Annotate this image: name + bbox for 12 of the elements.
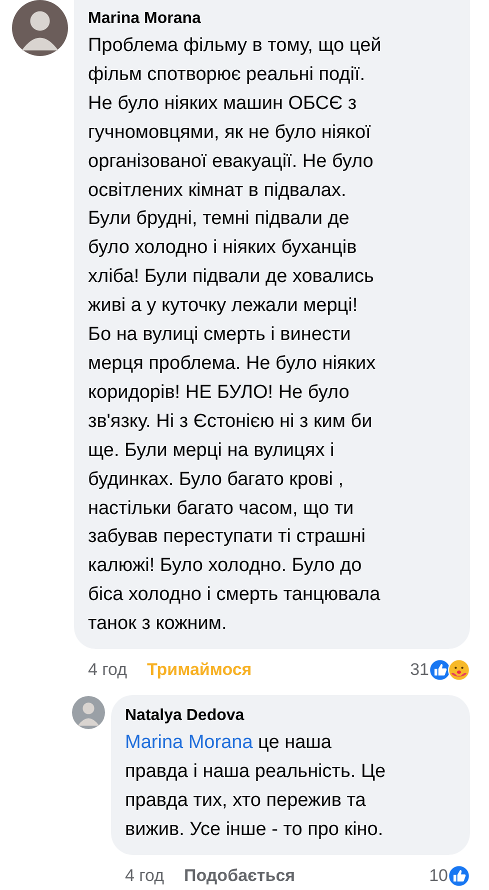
mention-link[interactable]: Marina Morana	[125, 732, 253, 754]
comment-text: Проблема фільму в тому, що цей фільм спотворює реальні події. Не було ніяких машин ОБСЄ з гучномовцями, як не було ніякої організованої евакуації. Не було освітлених кімнат в підвалах. Були брудні, темні підвали де було холодно і ніяких буханців хліба! Були підвали де ховались живі а у куточку лежали мерці! Бо на вулиці смерть і винести мерця проблема. Не було ніяких коридорів! НЕ БУЛО! Не було зв'язку. Ні з Єстонією ні з ким би ще. Були мерці на вулицях і будинках. Було багато крові , настільки багато часом, що ти забував переступати ті страшні калюжі! Було холодно. Було до біса холодно і смерть танцювала танок з кожним.	[88, 34, 382, 636]
timestamp: 4 год	[125, 866, 164, 886]
reaction-count: 31	[410, 660, 429, 680]
avatar[interactable]	[12, 0, 68, 56]
author-name[interactable]: Natalya Dedova	[125, 703, 456, 730]
avatar[interactable]	[72, 696, 105, 730]
reaction-count: 10	[429, 866, 448, 886]
reaction-link[interactable]: Подобається	[184, 866, 296, 886]
timestamp: 4 год	[88, 660, 128, 680]
author-name[interactable]: Marina Morana	[88, 6, 456, 32]
comment-text: Marina Morana це наша правда і наша реальність. Це правда тих, хто пережив та вижив. Усе інше - то про кіно.	[125, 731, 387, 842]
